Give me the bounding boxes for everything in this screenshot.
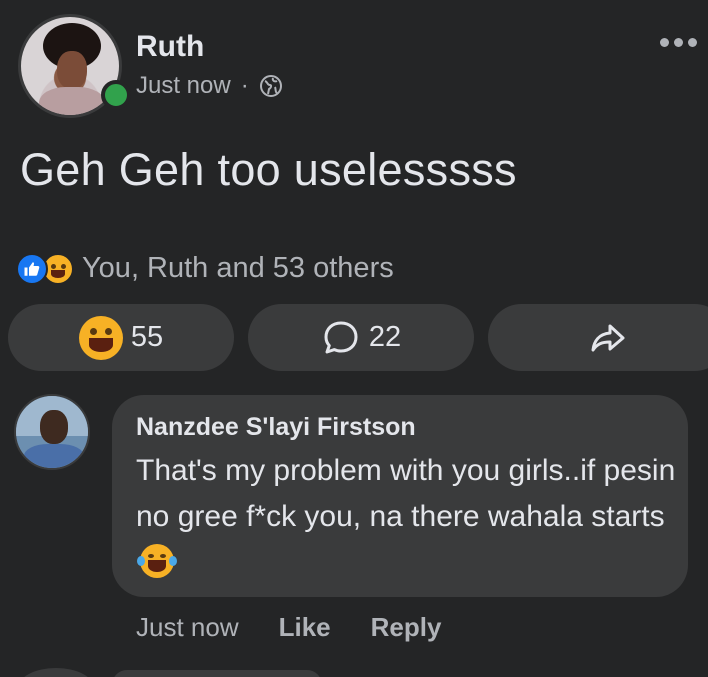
post-meta: Just now · <box>136 72 283 100</box>
post-screen: Ruth Just now · Geh Geh too uselesssss Y… <box>0 0 708 677</box>
comment-time[interactable]: Just now <box>136 612 239 643</box>
reactions-summary-text: You, Ruth and 53 others <box>82 252 394 284</box>
haha-icon <box>78 315 123 360</box>
react-button[interactable]: 55 <box>8 304 234 371</box>
comment-count: 22 <box>368 321 402 353</box>
avatar-face <box>57 51 87 89</box>
comment-actions: Just now Like Reply <box>136 612 441 643</box>
like-reaction-icon <box>16 252 48 285</box>
avatar-body <box>39 87 105 115</box>
laughing-tears-emoji-icon <box>137 544 177 578</box>
comment-author[interactable]: Nanzdee S'layi Firstson <box>136 413 664 442</box>
dot <box>688 38 697 47</box>
more-options-icon[interactable] <box>660 38 697 47</box>
comment-icon <box>324 321 358 353</box>
commenter-avatar[interactable] <box>14 394 90 470</box>
comment-text: That's my problem with you girls..if pes… <box>136 454 676 533</box>
dot <box>660 38 669 47</box>
reaction-count: 55 <box>130 321 164 353</box>
share-button[interactable] <box>488 304 708 371</box>
next-commenter-avatar[interactable] <box>18 668 94 677</box>
globe-icon[interactable] <box>259 74 283 98</box>
post-text: Geh Geh too uselesssss <box>20 144 517 195</box>
dot <box>674 38 683 47</box>
avatar-head <box>40 410 68 444</box>
comment-like-button[interactable]: Like <box>279 612 331 643</box>
comment-button[interactable]: 22 <box>248 304 474 371</box>
avatar-shirt <box>24 444 84 468</box>
meta-separator: · <box>240 72 249 99</box>
comment-text-block: That's my problem with you girls..if pes… <box>136 448 676 586</box>
post-author-name[interactable]: Ruth <box>136 30 204 64</box>
online-status-icon <box>101 80 131 110</box>
next-comment-bubble[interactable] <box>112 670 322 677</box>
reactions-summary[interactable]: You, Ruth and 53 others <box>16 252 394 285</box>
post-time[interactable]: Just now <box>136 72 231 100</box>
comment-bubble[interactable]: Nanzdee S'layi Firstson That's my proble… <box>112 395 688 597</box>
comment-reply-button[interactable]: Reply <box>371 612 442 643</box>
thumbs-up-icon <box>24 261 40 276</box>
share-icon <box>591 324 625 351</box>
